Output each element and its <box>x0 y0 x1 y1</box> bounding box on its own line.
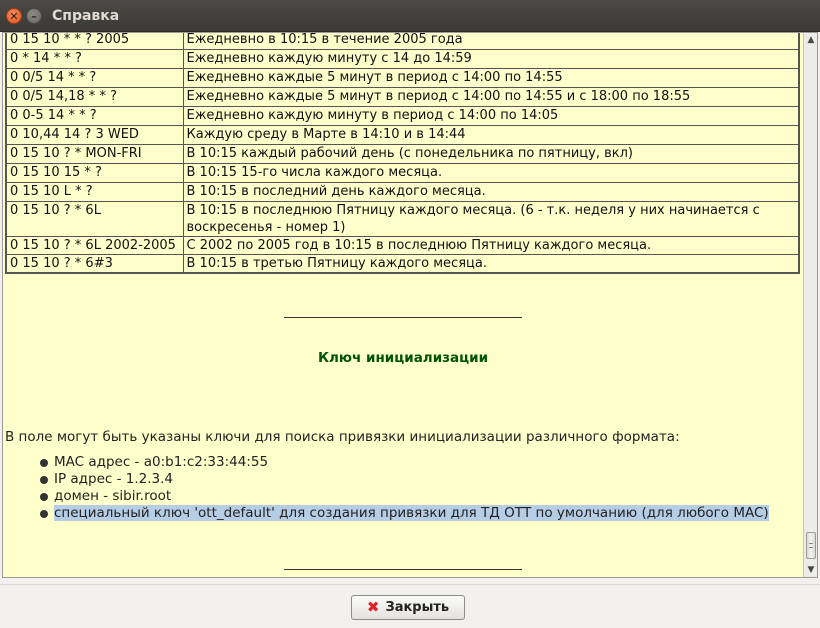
cron-expression: 0 15 10 ? * 6#3 <box>5 253 184 274</box>
cron-expression: 0 15 10 ? * 6L 2002-2005 <box>5 235 184 255</box>
table-row: 0 15 10 L * ? В 10:15 в последний день к… <box>5 181 800 202</box>
table-row: 0 15 10 ? * MON-FRI В 10:15 каждый рабоч… <box>5 143 800 164</box>
list-item: MAC адрес - a0:b1:c2:33:44:55 <box>39 454 769 471</box>
table-row: 0 0/5 14,18 * * ? Ежедневно каждые 5 мин… <box>5 86 800 107</box>
section-divider <box>284 317 522 318</box>
scroll-up-icon[interactable]: ▲ <box>804 33 817 47</box>
cron-description: В 10:15 в последний день каждого месяца. <box>182 181 800 202</box>
help-content[interactable]: 0 15 10 * * ? 2005 Ежедневно в 10:15 в т… <box>3 33 803 577</box>
cron-description: С 2002 по 2005 год в 10:15 в последнюю П… <box>182 235 800 255</box>
cron-description: В 10:15 15-го числа каждого месяца. <box>182 162 800 183</box>
scrollbar-thumb[interactable] <box>806 532 816 559</box>
cron-expression: 0 10,44 14 ? 3 WED <box>5 124 184 145</box>
vertical-scrollbar[interactable]: ▲ ▼ <box>803 33 817 577</box>
scroll-down-icon[interactable]: ▼ <box>804 563 817 577</box>
window-close-icon[interactable]: ✕ <box>6 8 22 24</box>
cron-expression: 0 0/5 14,18 * * ? <box>5 86 184 107</box>
table-row: 0 15 10 ? * 6L 2002-2005 С 2002 по 2005 … <box>5 235 800 255</box>
section-divider <box>284 569 522 570</box>
table-row: 0 0-5 14 * * ? Ежедневно каждую минуту в… <box>5 105 800 126</box>
section-paragraph: В поле могут быть указаны ключи для поис… <box>5 429 680 445</box>
init-key-list: MAC адрес - a0:b1:c2:33:44:55 IP адрес -… <box>39 454 769 522</box>
help-content-frame: 0 15 10 * * ? 2005 Ежедневно в 10:15 в т… <box>2 32 818 578</box>
table-row: 0 15 10 * * ? 2005 Ежедневно в 10:15 в т… <box>5 33 800 50</box>
table-row: 0 15 10 15 * ? В 10:15 15-го числа каждо… <box>5 162 800 183</box>
table-row: 0 0/5 14 * * ? Ежедневно каждые 5 минут … <box>5 67 800 88</box>
cron-expression: 0 15 10 * * ? 2005 <box>5 33 184 50</box>
cron-description: Ежедневно каждую минуту в период с 14:00… <box>182 105 800 126</box>
list-item: специальный ключ 'ott_default' для созда… <box>39 505 769 522</box>
cron-description: Ежедневно каждую минуту с 14 до 14:59 <box>182 48 800 69</box>
cron-expression: 0 0/5 14 * * ? <box>5 67 184 88</box>
cron-expression: 0 15 10 ? * 6L <box>5 200 184 237</box>
cron-description: В 10:15 в последнюю Пятницу каждого меся… <box>182 200 800 237</box>
list-item-text-selected: специальный ключ 'ott_default' для созда… <box>54 505 769 521</box>
table-row: 0 * 14 * * ? Ежедневно каждую минуту с 1… <box>5 48 800 69</box>
section-heading: Ключ инициализации <box>317 350 489 366</box>
cron-examples-table: 0 15 10 * * ? 2005 Ежедневно в 10:15 в т… <box>5 33 800 274</box>
close-button[interactable]: ✖ Закрыть <box>351 595 465 620</box>
list-item: IP адрес - 1.2.3.4 <box>39 471 769 488</box>
title-bar: ✕ – Справка <box>0 0 820 32</box>
dialog-footer: ✖ Закрыть <box>0 584 820 628</box>
table-row: 0 10,44 14 ? 3 WED Каждую среду в Марте … <box>5 124 800 145</box>
bullet-icon <box>40 459 48 467</box>
cron-description: Ежедневно каждые 5 минут в период с 14:0… <box>182 67 800 88</box>
cron-expression: 0 15 10 L * ? <box>5 181 184 202</box>
table-row: 0 15 10 ? * 6L В 10:15 в последнюю Пятни… <box>5 200 800 237</box>
window-minimize-icon[interactable]: – <box>26 8 42 24</box>
cron-description: Ежедневно в 10:15 в течение 2005 года <box>182 33 800 50</box>
close-button-label: Закрыть <box>385 600 450 615</box>
cron-expression: 0 15 10 ? * MON-FRI <box>5 143 184 164</box>
table-row: 0 15 10 ? * 6#3 В 10:15 в третью Пятницу… <box>5 253 800 274</box>
cron-expression: 0 * 14 * * ? <box>5 48 184 69</box>
close-x-icon: ✖ <box>366 598 380 616</box>
list-item-text: MAC адрес - a0:b1:c2:33:44:55 <box>54 454 269 470</box>
cron-description: Ежедневно каждые 5 минут в период с 14:0… <box>182 86 800 107</box>
cron-description: В 10:15 в третью Пятницу каждого месяца. <box>182 253 800 274</box>
cron-expression: 0 0-5 14 * * ? <box>5 105 184 126</box>
bullet-icon <box>40 510 48 518</box>
bullet-icon <box>40 493 48 501</box>
list-item: домен - sibir.root <box>39 488 769 505</box>
cron-expression: 0 15 10 15 * ? <box>5 162 184 183</box>
cron-description: В 10:15 каждый рабочий день (с понедельн… <box>182 143 800 164</box>
list-item-text: IP адрес - 1.2.3.4 <box>54 471 174 487</box>
bullet-icon <box>40 476 48 484</box>
window-title: Справка <box>52 8 120 24</box>
list-item-text: домен - sibir.root <box>54 488 172 504</box>
cron-description: Каждую среду в Марте в 14:10 и в 14:44 <box>182 124 800 145</box>
